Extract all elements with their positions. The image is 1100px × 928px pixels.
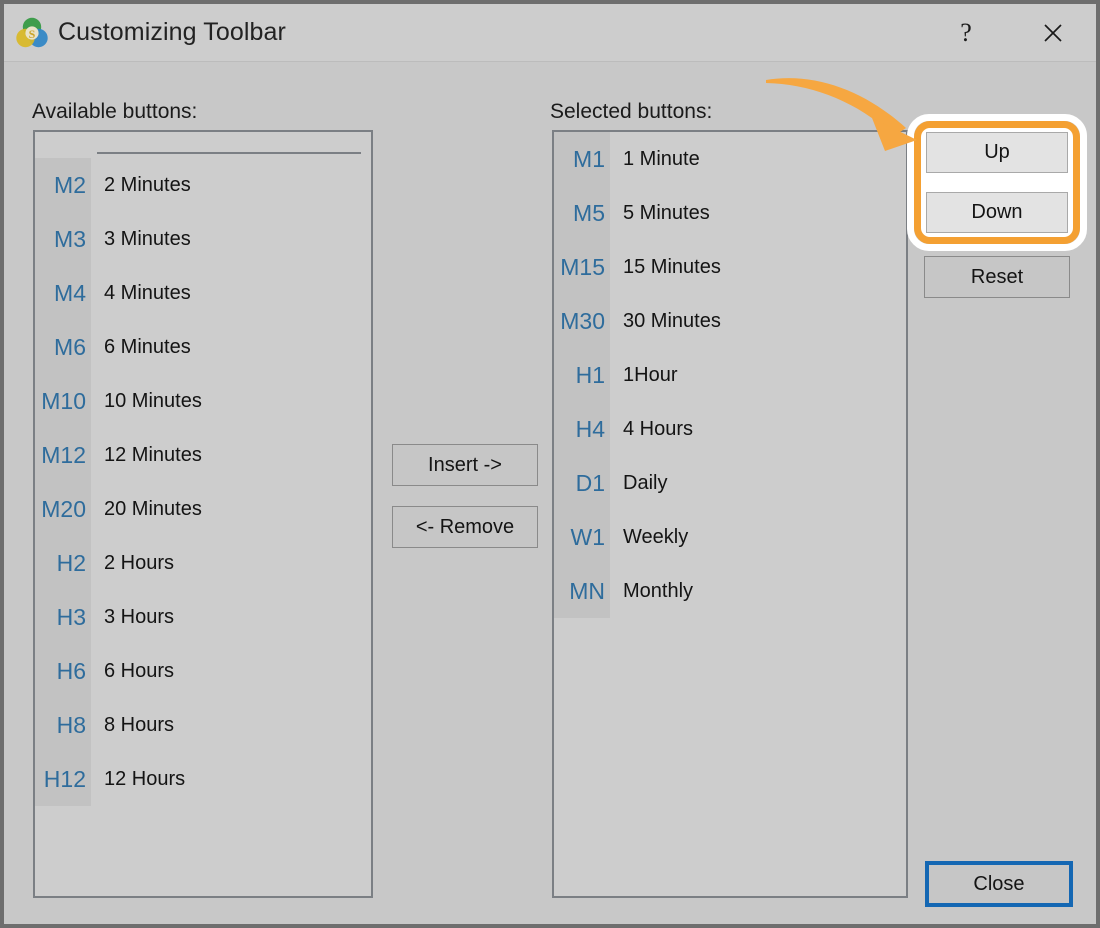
available-list-item-row[interactable]: H6 6 Hours [35,644,371,698]
close-x-icon [1044,23,1062,42]
selected-list-item-row-label: 15 Minutes [623,255,721,278]
available-list-item-row-label: 3 Minutes [104,227,191,250]
available-list-item-row-code: M4 [54,279,86,306]
selected-list-item-row-label: 30 Minutes [623,309,721,332]
available-list-item-row[interactable]: M20 20 Minutes [35,482,371,536]
selected-list-item-row[interactable]: H1 1Hour [554,348,906,402]
available-list-item-row-code: M10 [41,387,86,414]
list-separator [97,152,361,154]
selected-list-item-row[interactable]: M1 1 Minute [554,132,906,186]
available-list-item-row-label: 4 Minutes [104,281,191,304]
selected-list-item-row[interactable]: M15 15 Minutes [554,240,906,294]
selected-list-item-row-label: 5 Minutes [623,201,710,224]
available-list-item-row-label: 6 Hours [104,659,175,682]
available-list-item-row-label: 10 Minutes [104,389,202,412]
selected-buttons-label: Selected buttons: [550,100,713,123]
available-list-item-row[interactable]: M12 12 Minutes [35,428,371,482]
selected-list-item-row-code: M30 [560,307,605,334]
title-bar: S Customizing Toolbar ? [4,4,1096,62]
selected-list-item-row-label: Monthly [623,579,694,602]
available-list-item-row-label: 12 Hours [104,767,186,790]
available-list-item-row-label: 12 Minutes [104,443,202,466]
available-list-item-row[interactable]: M6 6 Minutes [35,320,371,374]
selected-list-item-row-code: W1 [570,523,606,550]
available-list-item-row[interactable]: H3 3 Hours [35,590,371,644]
available-list-item-row[interactable]: H12 12 Hours [35,752,371,806]
available-list-item-row-code: H2 [56,549,86,576]
available-list-item-row-code: H3 [56,603,86,630]
metatrader-logo-icon: S [15,16,49,50]
selected-list-item-row-code: M5 [573,199,605,226]
selected-list-item-row-code: H1 [575,361,605,388]
selected-list-item-row[interactable]: H4 4 Hours [554,402,906,456]
available-list-item-row-label: 20 Minutes [104,497,202,520]
close-icon[interactable] [1030,4,1076,61]
selected-list-item-row-code: D1 [575,469,605,496]
selected-list-item-row-label: 4 Hours [623,417,694,440]
available-list-item-row[interactable]: H2 2 Hours [35,536,371,590]
window-title: Customizing Toolbar [58,18,286,46]
available-list-item-row-code: H12 [43,765,86,792]
available-list-item-row-code: H6 [56,657,86,684]
selected-list-item-row[interactable]: M5 5 Minutes [554,186,906,240]
move-up-button[interactable]: Up [926,132,1068,173]
available-list-item-row-label: 2 Hours [104,551,175,574]
selected-list-item-row-code: M15 [560,253,605,280]
available-list-item-row-code: M2 [54,171,86,198]
available-list-item-row-label: 3 Hours [104,605,175,628]
customizing-toolbar-dialog: S Customizing Toolbar ? Available button… [0,0,1100,928]
available-buttons-label: Available buttons: [32,100,198,123]
selected-list-item-row-code: MN [569,577,605,604]
available-list-item-row-label: 2 Minutes [104,173,191,196]
close-dialog-button[interactable]: Close [925,861,1073,907]
available-list-item-row[interactable]: H8 8 Hours [35,698,371,752]
available-list-item-row[interactable]: M4 4 Minutes [35,266,371,320]
selected-list-item-row-label: 1 Minute [623,147,700,170]
available-list-item-row[interactable]: M2 2 Minutes [35,158,371,212]
selected-list-item-row[interactable]: M30 30 Minutes [554,294,906,348]
selected-buttons-list[interactable]: M1 1 Minute M5 5 Minutes M15 15 Minutes M30 30 … [552,130,908,898]
available-list-item-row-code: H8 [56,711,86,738]
selected-list-item-row[interactable]: MN Monthly [554,564,906,618]
insert-button[interactable]: Insert -> [392,444,538,486]
available-list-item-row-label: 6 Minutes [104,335,191,358]
selected-list-item-row-label: Weekly [623,525,689,548]
available-list-item-row-code: M12 [41,441,86,468]
selected-list-item-row-code: M1 [573,145,605,172]
available-buttons-list[interactable]: M2 2 Minutes M3 3 Minutes M4 4 Minutes M6 6 Min… [33,130,373,898]
dialog-body: Available buttons: Selected buttons: M2 2… [4,62,1096,924]
remove-button[interactable]: <- Remove [392,506,538,548]
available-list-item-row[interactable]: M10 10 Minutes [35,374,371,428]
selected-list-item-row-label: Daily [623,471,668,494]
move-down-button[interactable]: Down [926,192,1068,233]
available-list-item-row-code: M20 [41,495,86,522]
available-rows-container: M2 2 Minutes M3 3 Minutes M4 4 Minutes M6 6 Min… [35,158,371,806]
selected-rows-container: M1 1 Minute M5 5 Minutes M15 15 Minutes M30 30 … [554,132,906,618]
selected-list-item-row[interactable]: D1 Daily [554,456,906,510]
available-list-item-row[interactable]: M3 3 Minutes [35,212,371,266]
svg-text:S: S [29,27,36,41]
selected-list-item-row-label: 1Hour [623,363,678,386]
available-list-item-row-code: M6 [54,333,86,360]
selected-list-item-row[interactable]: W1 Weekly [554,510,906,564]
available-list-item-row-code: M3 [54,225,86,252]
selected-list-item-row-code: H4 [575,415,605,442]
help-button[interactable]: ? [943,4,989,61]
available-list-item-row-label: 8 Hours [104,713,175,736]
reset-button[interactable]: Reset [924,256,1070,298]
